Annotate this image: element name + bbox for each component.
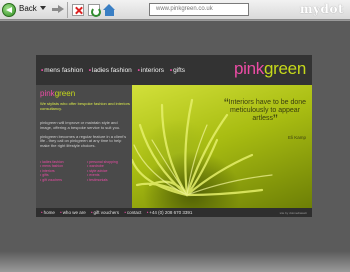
paragraph-2: pinkgreen becomes a regular feature in a… bbox=[40, 133, 127, 149]
sidebar-logo-green: green bbox=[54, 89, 76, 98]
site-footer: •home •who we are •gift vouchers •contac… bbox=[36, 208, 312, 217]
footer-credit[interactable]: site by dotmediaweb bbox=[280, 211, 307, 215]
address-bar[interactable]: www.pinkgreen.co.uk bbox=[149, 3, 249, 16]
footer-link-home[interactable]: •home bbox=[41, 210, 55, 215]
stop-icon[interactable] bbox=[72, 4, 84, 16]
sidebar-link[interactable]: • gift vouchers bbox=[40, 178, 83, 182]
site-logo[interactable]: pinkgreen bbox=[234, 59, 306, 79]
quote-author: Eli Kamp bbox=[287, 135, 306, 140]
home-icon[interactable] bbox=[103, 4, 116, 16]
chevron-down-icon[interactable] bbox=[40, 6, 46, 10]
sidebar-links-right: • personal shopping • wardrobe • style a… bbox=[87, 160, 130, 182]
footer-link-gift-vouchers[interactable]: •gift vouchers bbox=[91, 210, 119, 215]
toolbar-brand-logo: mydot bbox=[299, 2, 344, 16]
intro-text: We stylists who offer bespoke fashion an… bbox=[40, 101, 130, 112]
sidebar-links: • ladies fashion • mens fashion • interi… bbox=[40, 160, 130, 182]
intro-highlight: We stylists who offer bespoke fashion an… bbox=[40, 101, 130, 111]
nav-item-interiors[interactable]: •interiors bbox=[138, 67, 164, 74]
hero-quote: “Interiors have to be done meticulously … bbox=[220, 96, 310, 126]
sidebar-link[interactable]: • testimonials bbox=[87, 178, 130, 182]
sidebar-logo-pink: pink bbox=[40, 89, 55, 98]
paragraph-1: pinkgreen will improve or maintain style… bbox=[40, 120, 121, 130]
sidebar-links-left: • ladies fashion • mens fashion • interi… bbox=[40, 160, 83, 182]
nav-item-gifts[interactable]: •gifts bbox=[170, 67, 185, 74]
footer-link-contact[interactable]: •contact bbox=[124, 210, 141, 215]
back-icon[interactable] bbox=[2, 3, 16, 17]
logo-text-pink: pink bbox=[234, 59, 265, 78]
footer-phone: •+44 (0) 208 670 3391 bbox=[146, 210, 193, 215]
refresh-icon[interactable] bbox=[88, 4, 101, 17]
logo-text-green: green bbox=[264, 59, 306, 78]
site-header: •mens fashion •ladies fashion •interiors… bbox=[36, 55, 312, 85]
nav-item-mens-fashion[interactable]: •mens fashion bbox=[41, 67, 83, 74]
body-text: pinkgreen will improve or maintain style… bbox=[40, 120, 130, 153]
nav-item-ladies-fashion[interactable]: •ladies fashion bbox=[89, 67, 132, 74]
sidebar-logo: pinkgreen bbox=[40, 89, 75, 98]
footer-link-who-we-are[interactable]: •who we are bbox=[60, 210, 86, 215]
hero-flower-image: “Interiors have to be done meticulously … bbox=[132, 85, 312, 208]
quote-text: Interiors have to be done meticulously t… bbox=[228, 99, 307, 122]
forward-icon[interactable] bbox=[52, 4, 64, 16]
back-button-label[interactable]: Back bbox=[19, 4, 37, 13]
sidebar: pinkgreen We stylists who offer bespoke … bbox=[36, 85, 132, 208]
main-nav: •mens fashion •ladies fashion •interiors… bbox=[41, 67, 189, 74]
footer-nav: •home •who we are •gift vouchers •contac… bbox=[41, 210, 196, 215]
quote-close-mark: ” bbox=[272, 111, 278, 127]
browser-toolbar: Back www.pinkgreen.co.uk mydot bbox=[0, 0, 350, 20]
toolbar-separator bbox=[67, 2, 68, 18]
main-content: pinkgreen We stylists who offer bespoke … bbox=[36, 85, 312, 208]
site-container: •mens fashion •ladies fashion •interiors… bbox=[36, 55, 312, 217]
page-background-fade bbox=[0, 251, 350, 272]
